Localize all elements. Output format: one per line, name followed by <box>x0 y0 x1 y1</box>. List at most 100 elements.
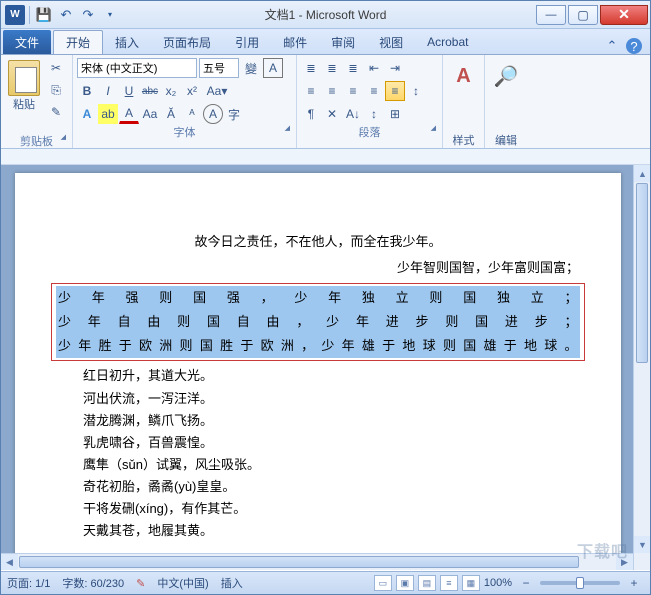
subscript-button[interactable]: x₂ <box>161 81 181 101</box>
format-painter-button[interactable]: ✎ <box>46 102 66 122</box>
enclose-char-button[interactable]: A <box>203 104 223 124</box>
zoom-out-button[interactable]: − <box>516 573 536 593</box>
status-mode[interactable]: 插入 <box>221 575 243 591</box>
multilevel-button[interactable]: ≣ <box>343 58 363 78</box>
zoom-in-button[interactable]: + <box>624 573 644 593</box>
editing-label[interactable]: 编辑 <box>489 132 523 148</box>
selected-text[interactable]: 少 年 强 则 国 强 ， 少 年 独 立 则 国 独 立 ； <box>56 286 580 310</box>
scroll-down-icon[interactable]: ▼ <box>634 536 650 553</box>
zoom-slider[interactable] <box>540 581 620 585</box>
paste-icon[interactable] <box>8 60 40 96</box>
tab-view[interactable]: 视图 <box>367 30 415 54</box>
zoom-level[interactable]: 100% <box>484 577 512 589</box>
borders-button[interactable]: ⊞ <box>385 104 405 124</box>
proofing-icon[interactable]: ✎ <box>136 577 145 590</box>
highlight-button[interactable]: ab <box>98 104 118 124</box>
bullets-button[interactable]: ≣ <box>301 58 321 78</box>
tab-insert[interactable]: 插入 <box>103 30 151 54</box>
ruler[interactable] <box>1 149 650 165</box>
undo-button[interactable]: ↶ <box>56 5 76 25</box>
doc-line[interactable]: 鹰隼（sǔn）试翼，风尘吸张。 <box>57 454 579 476</box>
italic-button[interactable]: I <box>98 81 118 101</box>
scroll-thumb[interactable] <box>636 183 648 363</box>
doc-line[interactable]: 奇花初胎，矞矞(yù)皇皇。 <box>57 476 579 498</box>
para-sort-button[interactable]: A↓ <box>343 104 363 124</box>
show-marks-button[interactable]: ¶ <box>301 104 321 124</box>
font-color-button[interactable]: A <box>119 104 139 124</box>
shrink-a-button[interactable]: ᴬ <box>182 104 202 124</box>
doc-line-center[interactable]: 故今日之责任，不在他人，而全在我少年。 <box>57 231 579 253</box>
char-scale-button[interactable]: Aa <box>140 104 160 124</box>
bold-button[interactable]: B <box>77 81 97 101</box>
tab-home[interactable]: 开始 <box>53 30 103 54</box>
tab-layout[interactable]: 页面布局 <box>151 30 223 54</box>
align-left-button[interactable]: ≡ <box>301 81 321 101</box>
numbering-button[interactable]: ≣ <box>322 58 342 78</box>
superscript-button[interactable]: x² <box>182 81 202 101</box>
maximize-button[interactable]: ▢ <box>568 5 598 25</box>
tab-mail[interactable]: 邮件 <box>271 30 319 54</box>
minimize-ribbon-icon[interactable]: ⌃ <box>604 38 620 54</box>
text-effect-button[interactable]: A <box>77 104 97 124</box>
view-web-button[interactable]: ▤ <box>418 575 436 591</box>
font-name-combo[interactable]: 宋体 (中文正文) <box>77 58 197 78</box>
paste-label[interactable]: 粘贴 <box>5 96 43 112</box>
grow-font-button[interactable]: 變 <box>241 58 261 78</box>
document-page[interactable]: 故今日之责任，不在他人，而全在我少年。 少年智则国智，少年富则国富； 少 年 强… <box>15 173 621 570</box>
doc-line[interactable]: 红日初升，其道大光。 <box>57 365 579 387</box>
view-outline-button[interactable]: ≡ <box>440 575 458 591</box>
vertical-scrollbar[interactable]: ▲ ▼ <box>633 165 650 570</box>
redo-button[interactable]: ↷ <box>78 5 98 25</box>
doc-line[interactable]: 潜龙腾渊，鳞爪飞扬。 <box>57 410 579 432</box>
view-draft-button[interactable]: ▦ <box>462 575 480 591</box>
doc-line[interactable]: 天戴其苍，地履其黄。 <box>57 520 579 542</box>
doc-line[interactable]: 河出伏流，一泻汪洋。 <box>57 388 579 410</box>
selected-text[interactable]: 少 年 自 由 则 国 自 由 ， 少 年 进 步 则 国 进 步 ； <box>56 310 580 334</box>
view-read-button[interactable]: ▣ <box>396 575 414 591</box>
word-icon[interactable]: W <box>5 5 25 25</box>
tab-references[interactable]: 引用 <box>223 30 271 54</box>
status-page[interactable]: 页面: 1/1 <box>7 575 50 591</box>
minimize-button[interactable]: — <box>536 5 566 25</box>
styles-icon[interactable]: A <box>447 58 480 94</box>
save-button[interactable]: 💾 <box>34 5 54 25</box>
para-spacing-button[interactable]: ↕ <box>364 104 384 124</box>
line-spacing-button[interactable]: ↕ <box>406 81 426 101</box>
status-language[interactable]: 中文(中国) <box>157 575 208 591</box>
find-icon[interactable]: 🔎 <box>489 58 523 94</box>
underline-button[interactable]: U <box>119 81 139 101</box>
decrease-indent-button[interactable]: ⇤ <box>364 58 384 78</box>
zoom-thumb[interactable] <box>576 577 584 589</box>
doc-line[interactable]: 乳虎啸谷，百兽震惶。 <box>57 432 579 454</box>
help-icon[interactable]: ? <box>626 38 642 54</box>
tab-file[interactable]: 文件 <box>3 30 51 54</box>
scroll-right-icon[interactable]: ▶ <box>616 554 633 570</box>
grow-a-button[interactable]: Ă <box>161 104 181 124</box>
font-size-combo[interactable]: 五号 <box>199 58 239 78</box>
close-button[interactable]: ✕ <box>600 5 648 25</box>
selected-text[interactable]: 少 年 胜 于 欧 洲 则 国 胜 于 欧 洲 ， 少 年 雄 于 地 球 则 … <box>56 334 580 358</box>
doc-line[interactable]: 干将发硎(xíng)，有作其芒。 <box>57 498 579 520</box>
tab-review[interactable]: 审阅 <box>319 30 367 54</box>
cut-button[interactable]: ✂ <box>46 58 66 78</box>
distributed-button[interactable]: ≡ <box>385 81 405 101</box>
doc-line-right[interactable]: 少年智则国智，少年富则国富； <box>57 257 579 279</box>
scroll-left-icon[interactable]: ◀ <box>1 554 18 570</box>
char-border-button[interactable]: A <box>263 58 283 78</box>
view-print-button[interactable]: ▭ <box>374 575 392 591</box>
char-shading-button[interactable]: 字 <box>224 104 244 124</box>
tab-acrobat[interactable]: Acrobat <box>415 30 480 54</box>
sort-button[interactable]: ✕ <box>322 104 342 124</box>
align-right-button[interactable]: ≡ <box>343 81 363 101</box>
styles-label[interactable]: 样式 <box>447 132 480 148</box>
increase-indent-button[interactable]: ⇥ <box>385 58 405 78</box>
scroll-up-icon[interactable]: ▲ <box>634 165 650 182</box>
qat-more-button[interactable]: ▾ <box>100 5 120 25</box>
justify-button[interactable]: ≡ <box>364 81 384 101</box>
horizontal-scrollbar[interactable]: ◀ ▶ <box>1 553 633 570</box>
status-words[interactable]: 字数: 60/230 <box>62 575 124 591</box>
align-center-button[interactable]: ≡ <box>322 81 342 101</box>
scroll-thumb[interactable] <box>19 556 579 568</box>
strike-button[interactable]: abc <box>140 81 160 101</box>
copy-button[interactable]: ⎘ <box>46 80 66 100</box>
